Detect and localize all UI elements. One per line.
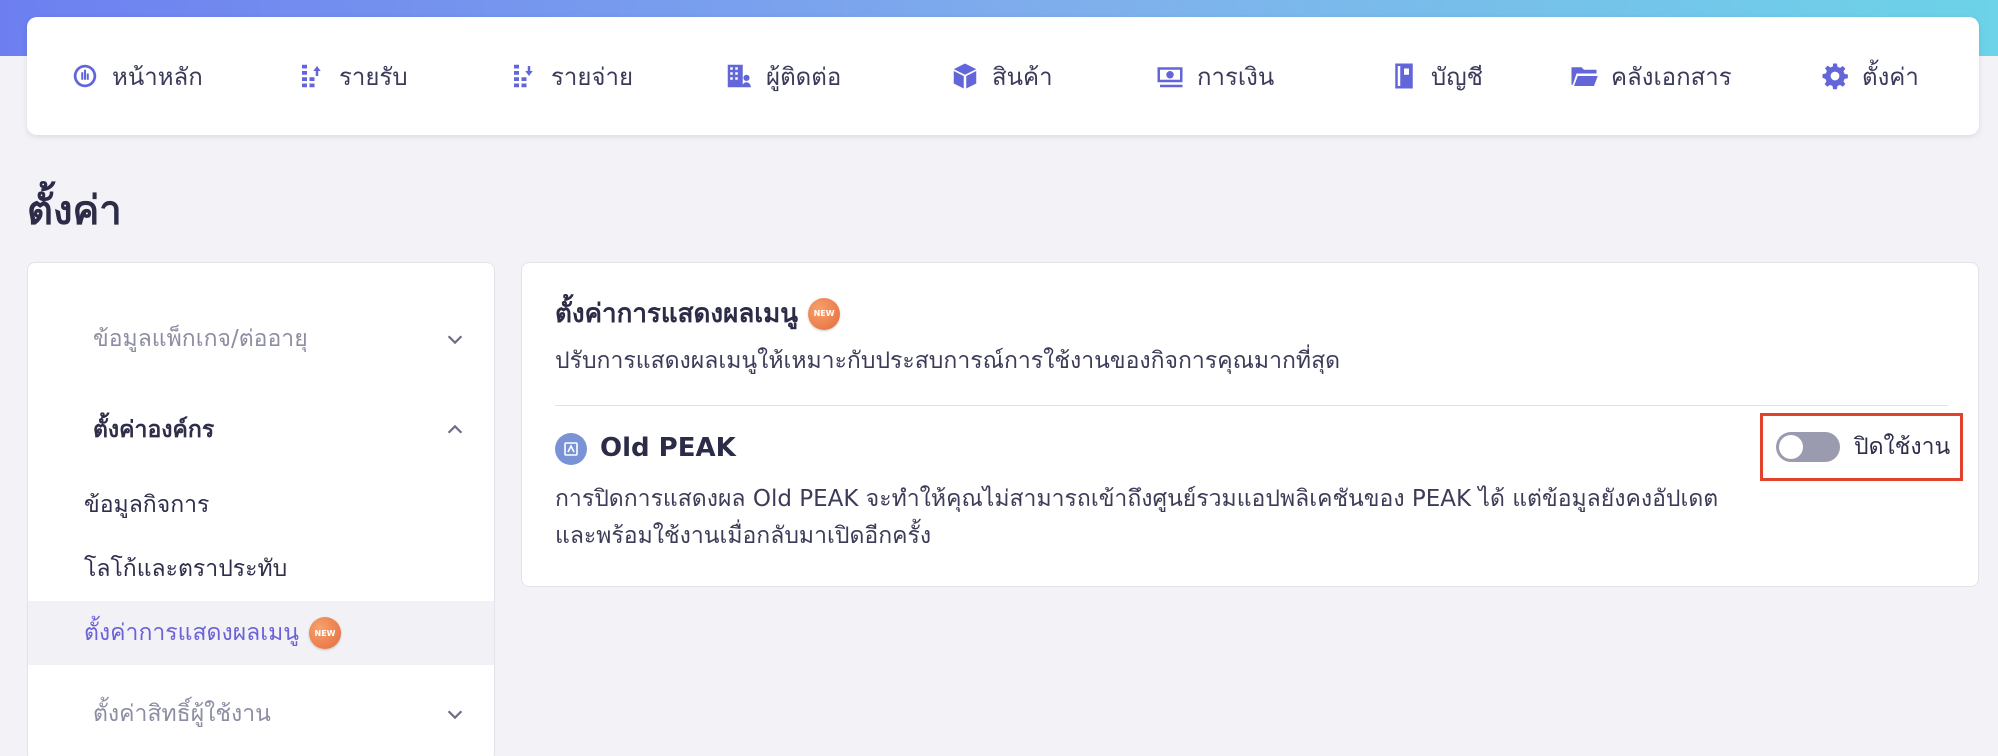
sidebar-item-label: ตั้งค่าการแสดงผลเมนู bbox=[84, 620, 300, 646]
sidebar-item-logo-stamp[interactable]: โลโก้และตราประทับ bbox=[28, 537, 494, 601]
sidebar-group-label: ตั้งค่าสิทธิ์ผู้ใช้งาน bbox=[93, 701, 271, 727]
panel-subtitle: ปรับการแสดงผลเมนูให้เหมาะกับประสบการณ์กา… bbox=[555, 348, 1341, 374]
nav-item-finance[interactable]: การเงิน bbox=[1155, 17, 1274, 135]
chevron-down-icon bbox=[447, 710, 463, 720]
income-icon bbox=[302, 64, 321, 88]
sidebar-item-label: ข้อมูลกิจการ bbox=[84, 492, 210, 518]
ledger-icon bbox=[1395, 63, 1413, 89]
nav-item-income[interactable]: รายรับ bbox=[297, 17, 408, 135]
nav-item-accounting[interactable]: บัญชี bbox=[1389, 17, 1483, 135]
toggle-knob bbox=[1779, 435, 1803, 459]
settings-sidebar: ข้อมูลแพ็กเกจ/ต่ออายุ ตั้งค่าองค์กร ข้อม… bbox=[27, 262, 495, 756]
nav-item-home[interactable]: หน้าหลัก bbox=[70, 17, 203, 135]
feature-name: Old PEAK bbox=[600, 433, 736, 463]
chevron-down-icon bbox=[447, 335, 463, 345]
nav-item-label: การเงิน bbox=[1197, 62, 1275, 91]
panel-title: ตั้งค่าการแสดงผลเมนู NEW bbox=[555, 293, 841, 334]
nav-item-label: รายรับ bbox=[339, 62, 408, 91]
nav-item-contacts[interactable]: ผู้ติดต่อ bbox=[724, 17, 841, 135]
sidebar-group-package[interactable]: ข้อมูลแพ็กเกจ/ต่ออายุ bbox=[28, 304, 494, 374]
top-navigation: หน้าหลัก รายรับ รายจ่าย ผู้ติดต่อ สินค้า… bbox=[27, 17, 1979, 135]
gear-icon bbox=[1822, 63, 1848, 90]
toggle-highlight-box: ปิดใช้งาน bbox=[1760, 413, 1963, 481]
nav-item-label: ผู้ติดต่อ bbox=[766, 62, 842, 91]
sidebar-group-organization[interactable]: ตั้งค่าองค์กร bbox=[28, 395, 494, 465]
app-icon bbox=[555, 433, 587, 465]
folder-icon bbox=[1571, 67, 1598, 86]
box-icon bbox=[953, 63, 977, 89]
divider bbox=[555, 405, 1948, 406]
toggle-label: ปิดใช้งาน bbox=[1854, 434, 1951, 460]
nav-item-documents[interactable]: คลังเอกสาร bbox=[1569, 17, 1732, 135]
nav-item-products[interactable]: สินค้า bbox=[950, 17, 1053, 135]
nav-item-label: รายจ่าย bbox=[551, 62, 634, 91]
sidebar-group-label: ตั้งค่าองค์กร bbox=[93, 417, 215, 443]
dashboard-icon bbox=[73, 64, 97, 88]
page-title: ตั้งค่า bbox=[27, 188, 122, 234]
sidebar-group-permissions[interactable]: ตั้งค่าสิทธิ์ผู้ใช้งาน bbox=[28, 679, 494, 749]
contacts-icon bbox=[727, 64, 751, 88]
sidebar-item-business-info[interactable]: ข้อมูลกิจการ bbox=[28, 473, 494, 537]
sidebar-group-label: ข้อมูลแพ็กเกจ/ต่ออายุ bbox=[93, 326, 308, 352]
menu-display-panel: ตั้งค่าการแสดงผลเมนู NEW ปรับการแสดงผลเม… bbox=[521, 262, 1979, 587]
new-badge: NEW bbox=[309, 617, 342, 649]
nav-item-expense[interactable]: รายจ่าย bbox=[509, 17, 633, 135]
money-icon bbox=[1157, 67, 1183, 88]
nav-item-label: ตั้งค่า bbox=[1862, 62, 1919, 91]
nav-item-label: สินค้า bbox=[992, 62, 1053, 91]
old-peak-toggle[interactable] bbox=[1776, 432, 1840, 462]
new-badge: NEW bbox=[808, 297, 841, 330]
chevron-up-icon bbox=[447, 424, 463, 434]
feature-description: การปิดการแสดงผล Old PEAK จะทำให้คุณไม่สา… bbox=[555, 486, 1719, 549]
sidebar-item-label: โลโก้และตราประทับ bbox=[84, 556, 288, 582]
nav-item-label: บัญชี bbox=[1431, 62, 1483, 91]
nav-item-label: หน้าหลัก bbox=[112, 62, 203, 91]
nav-item-settings[interactable]: ตั้งค่า bbox=[1820, 17, 1919, 135]
nav-item-label: คลังเอกสาร bbox=[1611, 62, 1732, 91]
panel-title-text: ตั้งค่าการแสดงผลเมนู bbox=[555, 299, 799, 329]
sidebar-item-menu-display[interactable]: ตั้งค่าการแสดงผลเมนู NEW bbox=[28, 601, 494, 665]
expense-icon bbox=[514, 64, 533, 88]
